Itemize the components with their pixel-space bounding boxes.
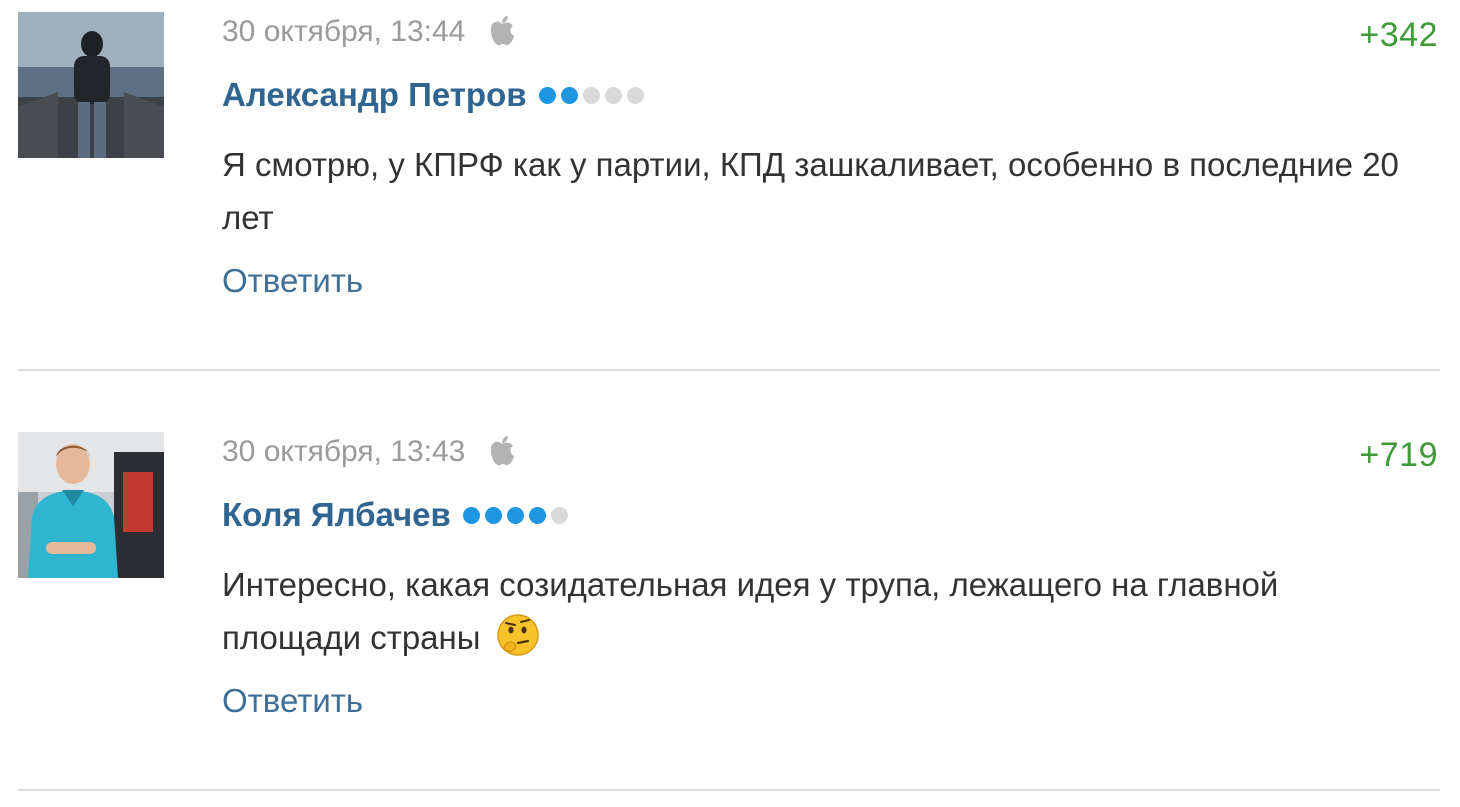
comment-divider: [18, 369, 1440, 371]
comment-datetime: 30 октября, 13:44: [222, 15, 466, 48]
comment-text: Я смотрю, у КПРФ как у партии, КПД зашка…: [222, 138, 1402, 244]
comments-list: 30 октября, 13:44 +342 Александр Петров …: [0, 0, 1460, 807]
author-name[interactable]: Коля Ялбачев: [222, 496, 451, 534]
comment-item: 30 октября, 13:43 +719 Коля Ялбачев Инте…: [0, 420, 1460, 790]
comment-text-body: Я смотрю, у КПРФ как у партии, КПД зашка…: [222, 146, 1399, 236]
rating-dot: [560, 86, 578, 104]
apple-icon: [487, 15, 517, 49]
comment-author: Коля Ялбачев: [222, 496, 568, 534]
rating-dot: [604, 86, 622, 104]
rating-dot: [582, 86, 600, 104]
rating-dot: [538, 86, 556, 104]
author-name[interactable]: Александр Петров: [222, 76, 527, 114]
rating-dot: [484, 506, 502, 524]
comment-text: Интересно, какая созидательная идея у тр…: [222, 558, 1402, 664]
avatar-image: [18, 432, 164, 578]
comment-author: Александр Петров: [222, 76, 644, 114]
author-rating-dots: [538, 86, 644, 104]
reply-button[interactable]: Ответить: [222, 262, 363, 300]
avatar-image: [18, 12, 164, 158]
avatar[interactable]: [18, 12, 164, 158]
comment-item: 30 октября, 13:44 +342 Александр Петров …: [0, 0, 1460, 370]
apple-icon: [487, 435, 517, 469]
comment-meta: 30 октября, 13:43: [222, 434, 517, 470]
author-rating-dots: [462, 506, 568, 524]
rating-dot: [506, 506, 524, 524]
comment-meta: 30 октября, 13:44: [222, 14, 517, 50]
comment-score[interactable]: +719: [1359, 436, 1438, 475]
reply-button[interactable]: Ответить: [222, 682, 363, 720]
avatar[interactable]: [18, 432, 164, 578]
comment-divider: [18, 789, 1440, 791]
rating-dot: [528, 506, 546, 524]
thinking-face-emoji: [496, 613, 540, 657]
comment-text-body: Интересно, какая созидательная идея у тр…: [222, 566, 1279, 656]
rating-dot: [550, 506, 568, 524]
rating-dot: [462, 506, 480, 524]
rating-dot: [626, 86, 644, 104]
comment-datetime: 30 октября, 13:43: [222, 435, 466, 468]
comment-score[interactable]: +342: [1359, 16, 1438, 55]
